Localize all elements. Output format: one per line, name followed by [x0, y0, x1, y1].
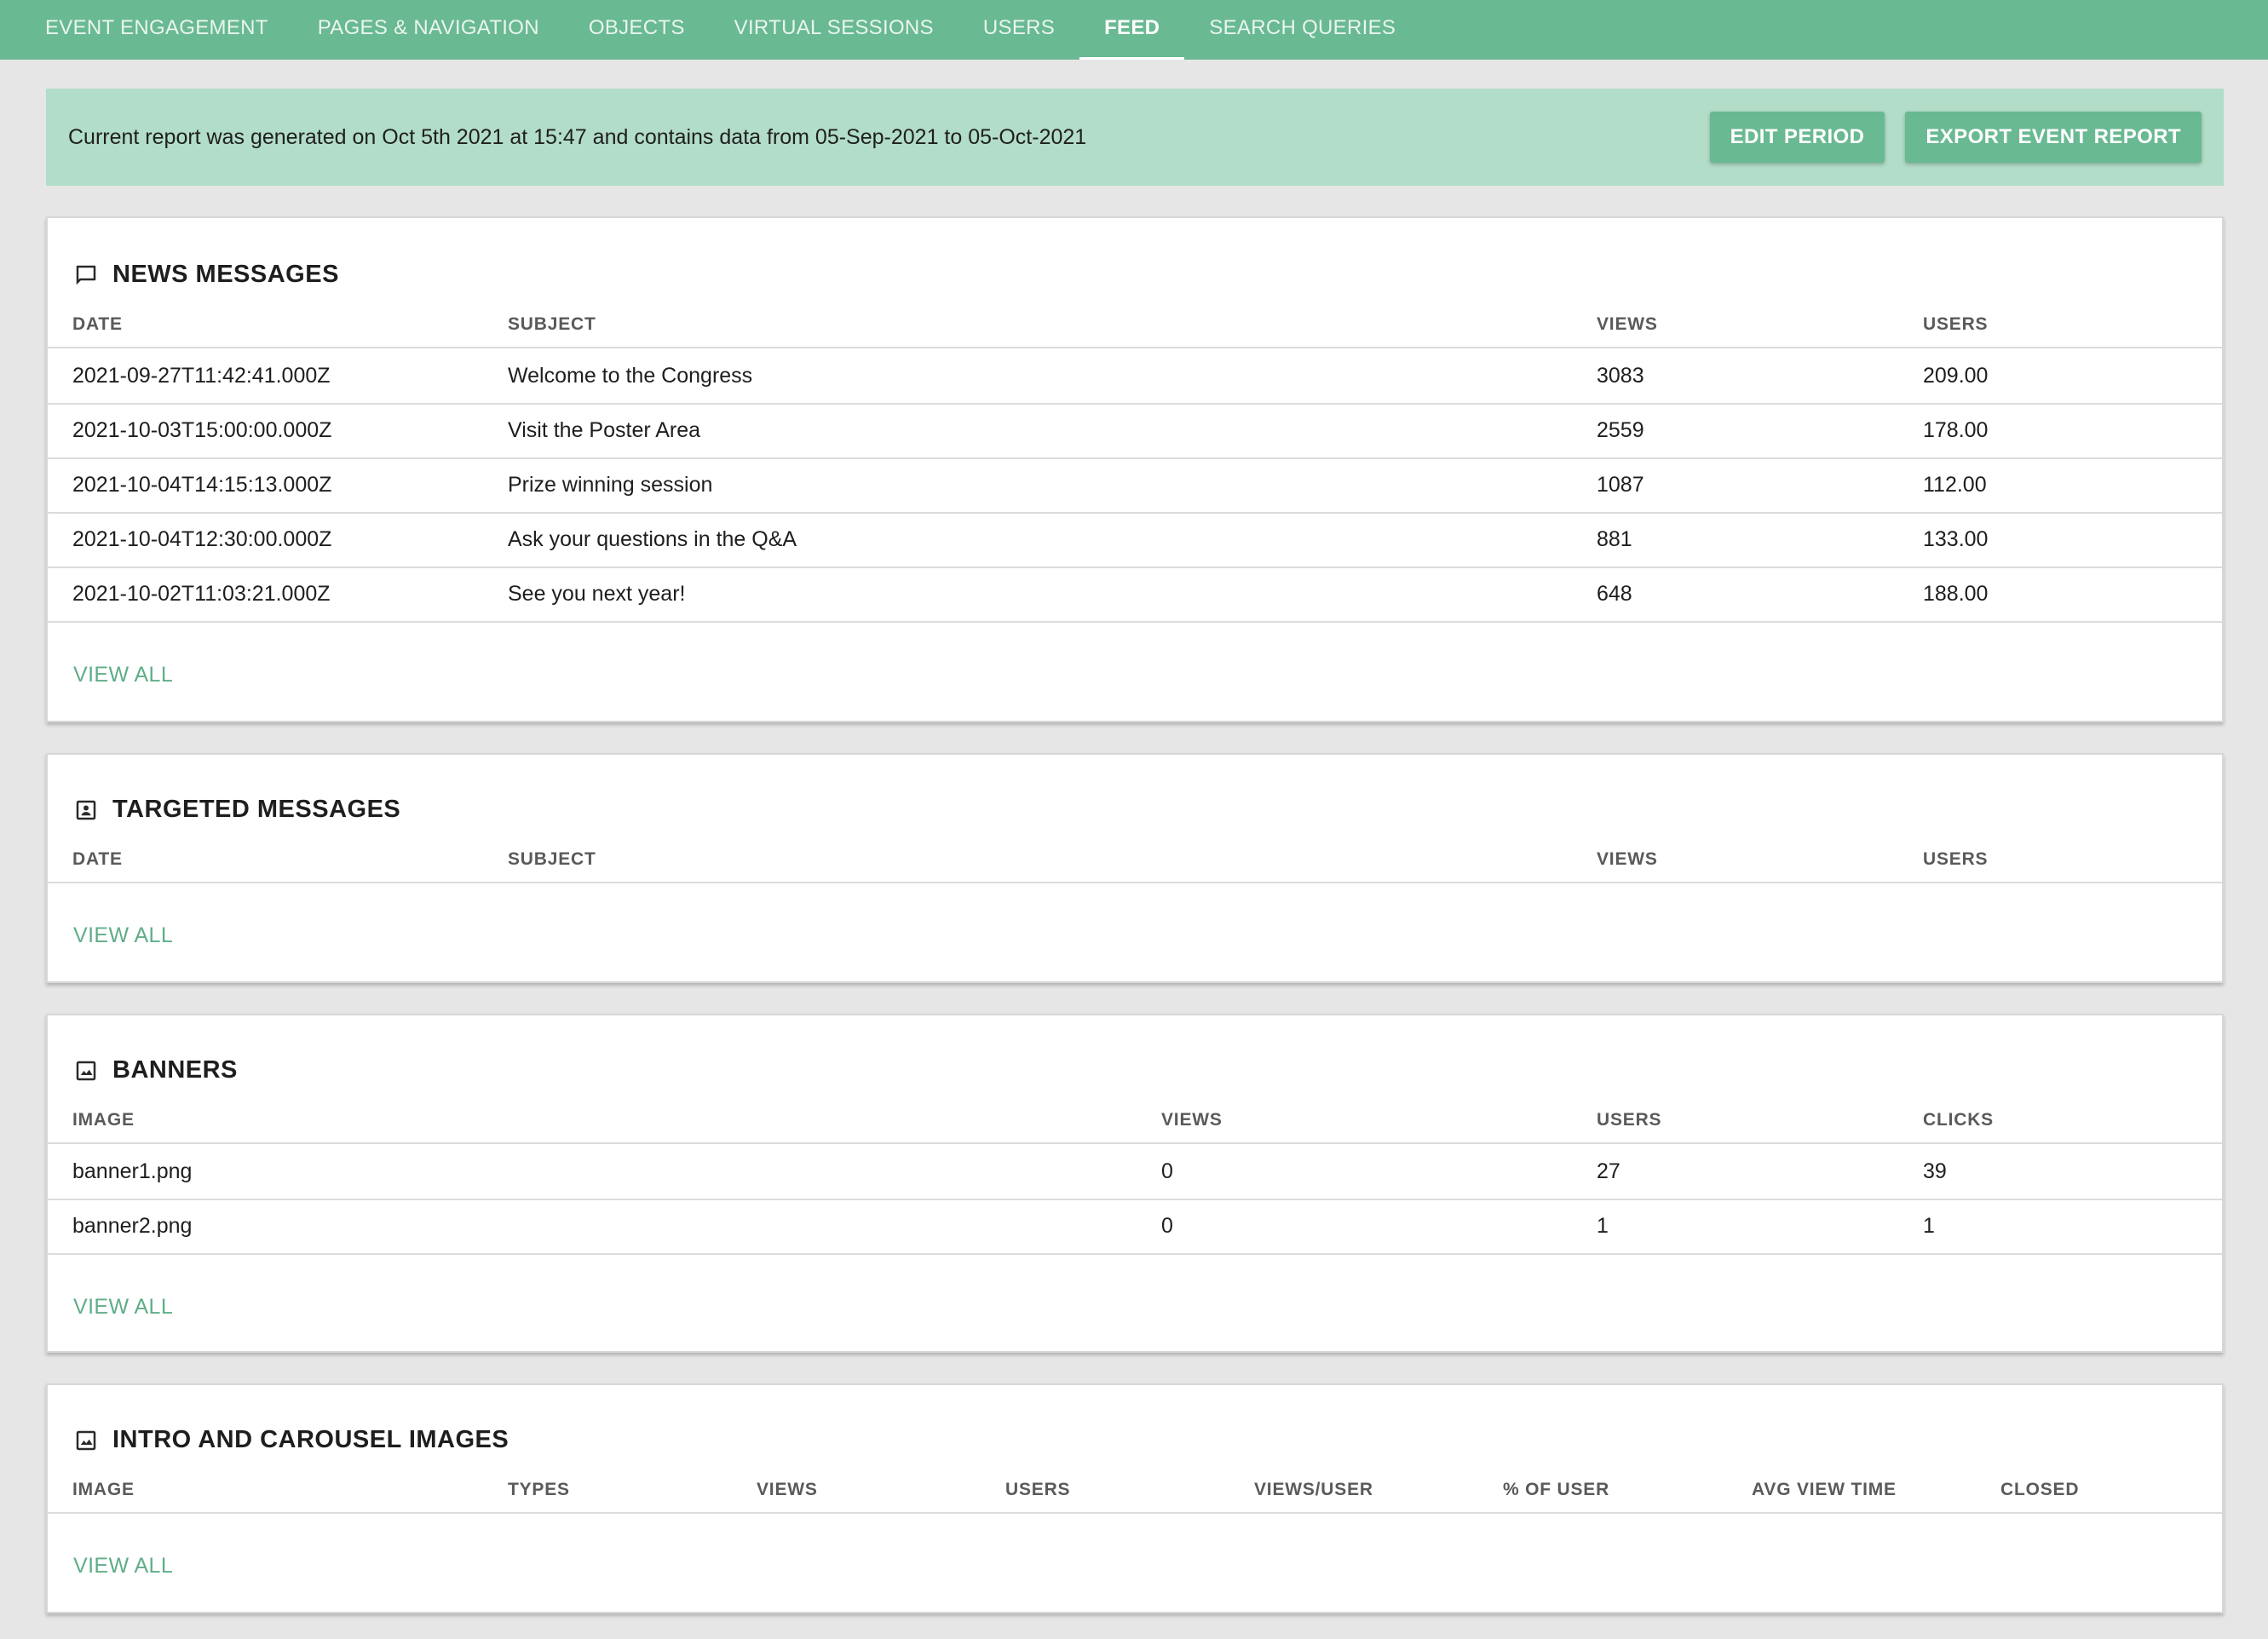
edit-period-button[interactable]: EDIT PERIOD: [1709, 112, 1885, 163]
tab-objects[interactable]: OBJECTS: [564, 0, 710, 60]
column-header-closed[interactable]: CLOSED: [2000, 1469, 2079, 1510]
image-icon: [73, 1428, 99, 1453]
column-header-views[interactable]: VIEWS: [757, 1469, 818, 1510]
news-table-header: DATE SUBJECT VIEWS USERS: [48, 304, 2222, 348]
cell-views: 0: [1161, 1214, 1173, 1238]
cell-date: 2021-09-27T11:42:41.000Z: [72, 364, 331, 388]
export-event-report-button[interactable]: EXPORT EVENT REPORT: [1905, 112, 2202, 163]
tab-feed[interactable]: FEED: [1079, 0, 1185, 60]
comment-icon: [73, 262, 99, 288]
table-row[interactable]: 2021-10-02T11:03:21.000Z See you next ye…: [48, 566, 2222, 623]
column-header-date[interactable]: DATE: [72, 839, 123, 880]
column-header-views[interactable]: VIEWS: [1597, 304, 1658, 345]
tab-search-queries[interactable]: SEARCH QUERIES: [1184, 0, 1420, 60]
column-header-image[interactable]: IMAGE: [72, 1469, 135, 1510]
cell-date: 2021-10-04T14:15:13.000Z: [72, 473, 332, 497]
cell-subject: Prize winning session: [508, 473, 713, 497]
banners-title: BANNERS: [73, 1056, 238, 1084]
column-header-users[interactable]: USERS: [1597, 1100, 1661, 1141]
cell-users: 188.00: [1923, 582, 1989, 606]
column-header-percent-of-user[interactable]: % OF USER: [1503, 1469, 1609, 1510]
column-header-users[interactable]: USERS: [1923, 304, 1988, 345]
cell-users: 1: [1597, 1214, 1609, 1238]
carousel-table-header: IMAGE TYPES VIEWS USERS VIEWS/USER % OF …: [48, 1469, 2222, 1514]
table-row[interactable]: 2021-09-27T11:42:41.000Z Welcome to the …: [48, 348, 2222, 405]
tab-event-engagement[interactable]: EVENT ENGAGEMENT: [20, 0, 293, 60]
cell-subject: See you next year!: [508, 582, 686, 606]
cell-users: 209.00: [1923, 364, 1989, 388]
cell-users: 133.00: [1923, 527, 1989, 551]
banners-card: BANNERS IMAGE VIEWS USERS CLICKS banner1…: [46, 1014, 2224, 1353]
contact-card-icon: [73, 797, 99, 823]
cell-date: 2021-10-02T11:03:21.000Z: [72, 582, 331, 606]
carousel-view-all-link[interactable]: VIEW ALL: [73, 1554, 173, 1579]
tab-users[interactable]: USERS: [958, 0, 1079, 60]
top-navigation: EVENT ENGAGEMENT PAGES & NAVIGATION OBJE…: [0, 0, 2268, 60]
cell-subject: Ask your questions in the Q&A: [508, 527, 797, 551]
cell-views: 2559: [1597, 418, 1644, 442]
column-header-image[interactable]: IMAGE: [72, 1100, 135, 1141]
report-info-banner: Current report was generated on Oct 5th …: [46, 89, 2224, 186]
column-header-types[interactable]: TYPES: [508, 1469, 570, 1510]
cell-users: 112.00: [1923, 473, 1987, 497]
column-header-views-per-user[interactable]: VIEWS/USER: [1254, 1469, 1373, 1510]
cell-clicks: 1: [1923, 1214, 1935, 1238]
cell-views: 0: [1161, 1159, 1173, 1183]
column-header-users[interactable]: USERS: [1005, 1469, 1070, 1510]
banners-heading: BANNERS: [112, 1056, 238, 1084]
report-info-text: Current report was generated on Oct 5th …: [68, 124, 1087, 149]
table-row[interactable]: banner1.png 0 27 39: [48, 1144, 2222, 1200]
carousel-images-card: INTRO AND CAROUSEL IMAGES IMAGE TYPES VI…: [46, 1383, 2224, 1613]
targeted-view-all-link[interactable]: VIEW ALL: [73, 923, 173, 948]
carousel-images-heading: INTRO AND CAROUSEL IMAGES: [112, 1426, 509, 1453]
cell-views: 881: [1597, 527, 1632, 551]
carousel-images-title: INTRO AND CAROUSEL IMAGES: [73, 1426, 509, 1454]
targeted-messages-title: TARGETED MESSAGES: [73, 796, 400, 824]
column-header-views[interactable]: VIEWS: [1597, 839, 1658, 880]
column-header-date[interactable]: DATE: [72, 304, 123, 345]
column-header-subject[interactable]: SUBJECT: [508, 304, 596, 345]
column-header-views[interactable]: VIEWS: [1161, 1100, 1223, 1141]
cell-views: 3083: [1597, 364, 1644, 388]
table-row[interactable]: 2021-10-03T15:00:00.000Z Visit the Poste…: [48, 403, 2222, 459]
targeted-table-header: DATE SUBJECT VIEWS USERS: [48, 839, 2222, 883]
news-messages-heading: NEWS MESSAGES: [112, 261, 339, 288]
cell-subject: Welcome to the Congress: [508, 364, 753, 388]
cell-views: 1087: [1597, 473, 1644, 497]
cell-users: 178.00: [1923, 418, 1989, 442]
cell-clicks: 39: [1923, 1159, 1947, 1183]
table-row[interactable]: 2021-10-04T12:30:00.000Z Ask your questi…: [48, 512, 2222, 568]
banners-view-all-link[interactable]: VIEW ALL: [73, 1295, 173, 1320]
news-view-all-link[interactable]: VIEW ALL: [73, 663, 173, 687]
cell-image: banner2.png: [72, 1214, 193, 1238]
cell-date: 2021-10-04T12:30:00.000Z: [72, 527, 332, 551]
column-header-avg-view-time[interactable]: AVG VIEW TIME: [1752, 1469, 1897, 1510]
cell-subject: Visit the Poster Area: [508, 418, 701, 442]
cell-date: 2021-10-03T15:00:00.000Z: [72, 418, 332, 442]
table-row[interactable]: banner2.png 0 1 1: [48, 1199, 2222, 1255]
news-messages-title: NEWS MESSAGES: [73, 261, 339, 289]
targeted-messages-card: TARGETED MESSAGES DATE SUBJECT VIEWS USE…: [46, 753, 2224, 983]
news-messages-card: NEWS MESSAGES DATE SUBJECT VIEWS USERS 2…: [46, 216, 2224, 722]
tab-virtual-sessions[interactable]: VIRTUAL SESSIONS: [710, 0, 958, 60]
banners-table-header: IMAGE VIEWS USERS CLICKS: [48, 1100, 2222, 1144]
column-header-clicks[interactable]: CLICKS: [1923, 1100, 1994, 1141]
cell-users: 27: [1597, 1159, 1620, 1183]
column-header-subject[interactable]: SUBJECT: [508, 839, 596, 880]
column-header-users[interactable]: USERS: [1923, 839, 1988, 880]
targeted-messages-heading: TARGETED MESSAGES: [112, 796, 401, 823]
table-row[interactable]: 2021-10-04T14:15:13.000Z Prize winning s…: [48, 457, 2222, 514]
image-icon: [73, 1058, 99, 1084]
tab-pages-navigation[interactable]: PAGES & NAVIGATION: [293, 0, 564, 60]
cell-image: banner1.png: [72, 1159, 193, 1183]
cell-views: 648: [1597, 582, 1632, 606]
